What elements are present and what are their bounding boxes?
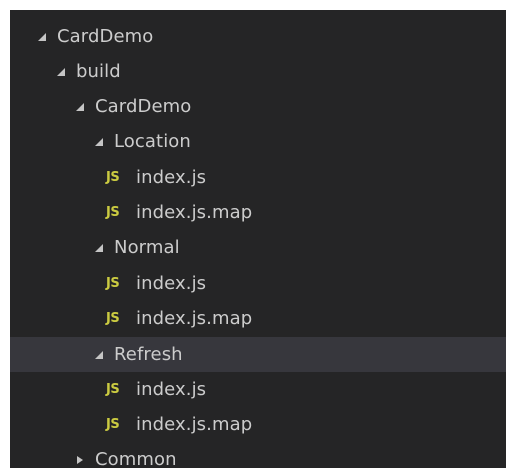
javascript-file-icon: JS [106,170,120,185]
javascript-file-icon: JS [106,205,120,220]
tree-item-common[interactable]: Common [10,442,506,468]
twisty-expanded-icon[interactable] [92,241,106,255]
tree-item-location[interactable]: Location [10,124,506,159]
tree-item-label: Common [95,449,177,468]
tree-item-label: build [76,61,121,82]
tree-item-label: index.js [136,167,207,188]
javascript-file-icon: JS [106,417,120,432]
tree-item-location-index-js[interactable]: JS index.js [10,160,506,195]
tree-item-label: index.js.map [136,414,253,435]
tree-item-label: CardDemo [95,96,192,117]
tree-item-carddemo-build[interactable]: CardDemo [10,89,506,124]
tree-item-label: index.js [136,379,207,400]
tree-item-label: Normal [114,237,180,258]
twisty-expanded-icon[interactable] [35,30,49,44]
tree-item-label: index.js.map [136,202,253,223]
tree-item-label: index.js [136,273,207,294]
tree-item-normal[interactable]: Normal [10,230,506,265]
twisty-expanded-icon[interactable] [92,348,106,362]
javascript-file-icon: JS [106,382,120,397]
tree-item-label: Refresh [114,344,183,365]
tree-item-refresh-index-js-map[interactable]: JS index.js.map [10,407,506,442]
tree-item-refresh-index-js[interactable]: JS index.js [10,372,506,407]
twisty-expanded-icon[interactable] [73,100,87,114]
twisty-expanded-icon[interactable] [54,65,68,79]
tree-item-normal-index-js[interactable]: JS index.js [10,266,506,301]
tree-item-label: CardDemo [57,26,154,47]
twisty-collapsed-icon[interactable] [73,453,87,467]
tree-item-label: Location [114,131,191,152]
tree-item-label: index.js.map [136,308,253,329]
tree-item-carddemo-root[interactable]: CardDemo [10,19,506,54]
twisty-expanded-icon[interactable] [92,135,106,149]
tree-item-normal-index-js-map[interactable]: JS index.js.map [10,301,506,336]
tree-item-refresh[interactable]: Refresh [10,337,506,372]
javascript-file-icon: JS [106,311,120,326]
file-explorer-tree: CardDemo build CardDemo Location JS inde… [10,10,506,468]
tree-item-location-index-js-map[interactable]: JS index.js.map [10,195,506,230]
tree-item-build[interactable]: build [10,54,506,89]
javascript-file-icon: JS [106,276,120,291]
